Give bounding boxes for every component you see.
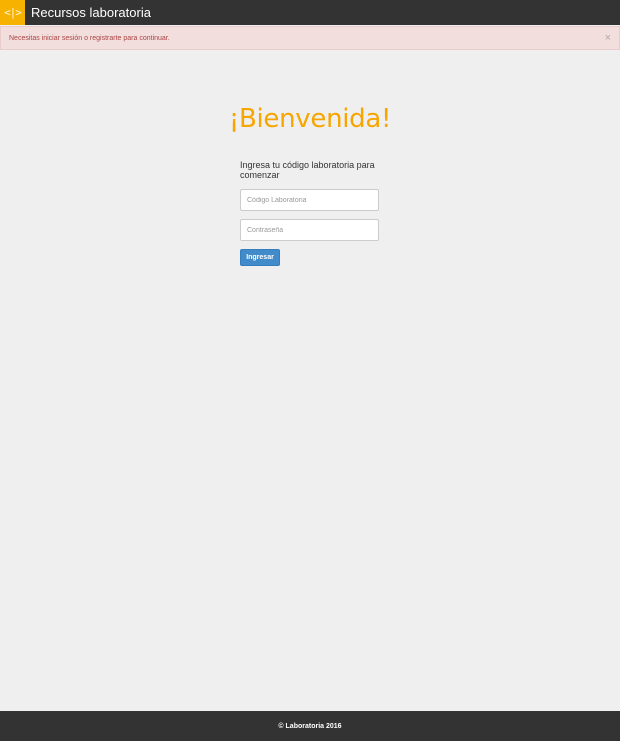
code-input[interactable] bbox=[240, 189, 379, 211]
password-input[interactable] bbox=[240, 219, 379, 241]
brand-title[interactable]: Recursos laboratoria bbox=[31, 5, 151, 20]
top-navbar: <|> Recursos laboratoria bbox=[0, 0, 620, 25]
footer: © Laboratoria 2016 bbox=[0, 711, 620, 741]
footer-copyright: © Laboratoria 2016 bbox=[278, 722, 342, 730]
logo-glyph: <|> bbox=[4, 6, 22, 19]
login-required-alert: Necesitas iniciar sesión o registrarte p… bbox=[0, 26, 620, 50]
code-brackets-icon[interactable]: <|> bbox=[0, 0, 25, 25]
alert-message: Necesitas iniciar sesión o registrarte p… bbox=[9, 34, 170, 42]
submit-button[interactable]: Ingresar bbox=[240, 249, 280, 266]
page-title: ¡Bienvenida! bbox=[228, 104, 392, 134]
close-icon[interactable]: × bbox=[605, 32, 611, 44]
login-prompt: Ingresa tu código laboratoria para comen… bbox=[240, 160, 375, 180]
